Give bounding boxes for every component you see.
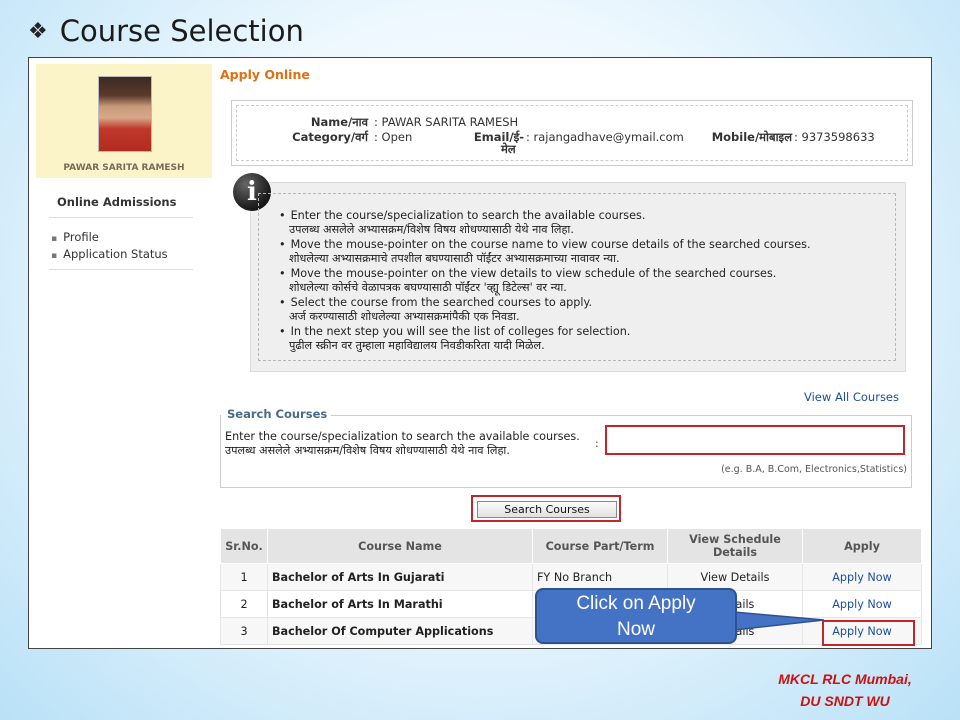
apply-now-link[interactable]: Apply Now [802, 563, 922, 591]
category-value: : Open [374, 130, 413, 144]
main-content: Apply Online Name/नाव : PAWAR SARITA RAM… [213, 58, 931, 648]
apply-now-callout: Click on Apply Now [535, 588, 737, 644]
col-view-schedule: View Schedule Details [667, 528, 803, 564]
instruction-item: • Select the course from the searched cou… [279, 296, 593, 323]
search-prompt: Enter the course/specialization to searc… [225, 430, 580, 457]
category-label: Category/वर्ग [292, 130, 368, 144]
search-hint: (e.g. B.A, B.Com, Electronics,Statistics… [721, 464, 907, 475]
course-search-input[interactable] [605, 425, 905, 455]
footer-line: DU SNDT WU [800, 693, 890, 709]
search-courses-button[interactable]: Search Courses [477, 501, 617, 518]
callout-line: Click on Apply [576, 593, 696, 614]
instruction-item: • Move the mouse-pointer on the course na… [279, 238, 811, 265]
sidebar-item-application-status[interactable]: ▪ Application Status [51, 247, 168, 261]
col-course-part: Course Part/Term [532, 528, 668, 564]
mobile-value: : 9373598633 [794, 130, 875, 144]
bullet-icon: ▪ [51, 251, 58, 261]
course-name-cell[interactable]: Bachelor Of Computer Applications [267, 617, 533, 645]
view-all-courses-link[interactable]: View All Courses [804, 390, 899, 404]
bullet-icon: ❖ [28, 18, 48, 44]
page-title: Apply Online [220, 67, 310, 82]
col-sr-no: Sr.No. [220, 528, 268, 564]
sidebar-divider [49, 217, 193, 218]
table-row: 1 Bachelor of Arts In Gujarati FY No Bra… [220, 563, 922, 591]
search-courses-legend: Search Courses [224, 407, 331, 421]
email-label-line2: मेल [501, 142, 516, 156]
colon: : [595, 437, 599, 450]
name-label: Name/नाव [310, 115, 368, 129]
name-value: : PAWAR SARITA RAMESH [374, 115, 519, 129]
email-value: : rajangadhave@ymail.com [526, 130, 684, 144]
email-label: Email/ई- [473, 130, 524, 144]
footer-credit: MKCL RLC Mumbai, DU SNDT WU [750, 668, 940, 712]
sidebar-item-label: Profile [63, 230, 99, 244]
sr-no-cell: 1 [220, 563, 268, 591]
instruction-item: • Enter the course/specialization to sear… [279, 209, 646, 236]
view-details-link[interactable]: View Details [667, 563, 803, 591]
footer-line: MKCL RLC Mumbai, [778, 671, 912, 687]
instruction-item: • Move the mouse-pointer on the view deta… [279, 267, 777, 294]
sr-no-cell: 3 [220, 617, 268, 645]
col-course-name: Course Name [267, 528, 533, 564]
callout-line: Now [616, 619, 655, 640]
course-name-cell[interactable]: Bachelor of Arts In Gujarati [267, 563, 533, 591]
search-button-highlight: Search Courses [471, 495, 621, 522]
search-courses-fieldset: Search Courses Enter the course/speciali… [220, 407, 912, 488]
instruction-item: • In the next step you will see the list … [279, 325, 631, 352]
sr-no-cell: 2 [220, 590, 268, 618]
col-apply: Apply [802, 528, 922, 564]
slide-title-text: Course Selection [59, 14, 304, 48]
student-photo [98, 76, 152, 152]
callout-pointer [734, 611, 825, 631]
table-header-row: Sr.No. Course Name Course Part/Term View… [220, 528, 922, 564]
sidebar: PAWAR SARITA RAMESH Online Admissions ▪ P… [29, 58, 213, 648]
online-admissions-heading: Online Admissions [57, 195, 177, 209]
screenshot-panel: PAWAR SARITA RAMESH Online Admissions ▪ P… [28, 57, 932, 649]
sidebar-item-label: Application Status [63, 247, 168, 261]
course-part-cell: FY No Branch [532, 563, 668, 591]
bullet-icon: ▪ [51, 234, 58, 244]
apply-now-highlight [822, 620, 915, 646]
mobile-label: Mobile/मोबाइल [711, 130, 792, 144]
slide-title: ❖ Course Selection [28, 14, 304, 48]
student-name: PAWAR SARITA RAMESH [63, 163, 185, 173]
applicant-info-card: Name/नाव : PAWAR SARITA RAMESH Category/… [231, 100, 913, 166]
profile-card: PAWAR SARITA RAMESH [36, 64, 212, 178]
sidebar-divider [49, 269, 193, 270]
instructions-box: i • Enter the course/specialization to se… [233, 173, 906, 372]
sidebar-item-profile[interactable]: ▪ Profile [51, 230, 99, 244]
course-name-cell[interactable]: Bachelor of Arts In Marathi [267, 590, 533, 618]
